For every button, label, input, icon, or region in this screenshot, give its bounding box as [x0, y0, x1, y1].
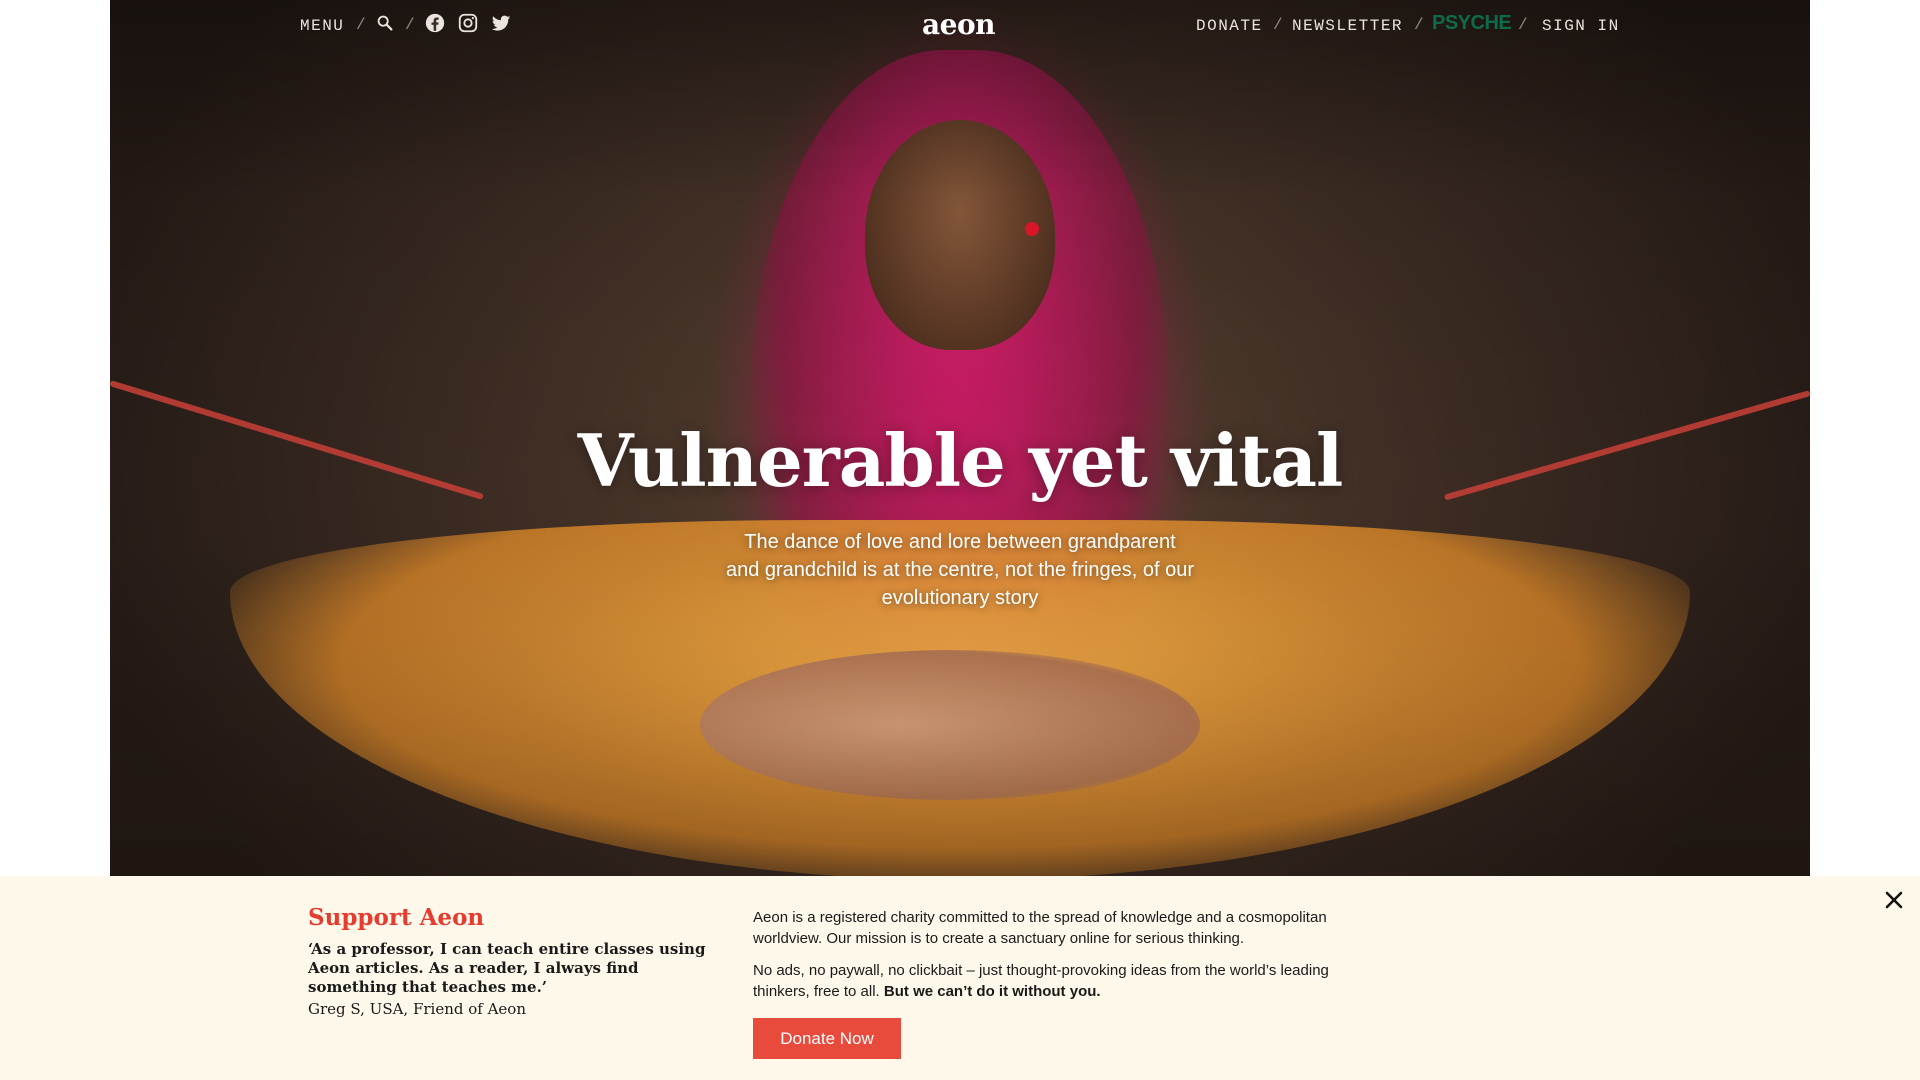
site-logo[interactable]: aeon	[922, 8, 996, 41]
search-icon[interactable]	[374, 12, 396, 34]
support-mission-text: Aeon is a registered charity committed t…	[753, 909, 1327, 947]
nav-separator: /	[405, 16, 415, 34]
twitter-icon[interactable]	[490, 12, 512, 34]
support-appeal-text: No ads, no paywall, no clickbait – just …	[753, 960, 1373, 1002]
site-header: MENU / / aeon DONATE / NEWSLETTER / PSYC…	[0, 0, 1920, 50]
newsletter-link[interactable]: NEWSLETTER	[1292, 17, 1403, 35]
nav-separator: /	[1273, 16, 1283, 34]
nav-separator: /	[356, 16, 366, 34]
article-title[interactable]: Vulnerable yet vital	[0, 418, 1920, 503]
support-banner: Support Aeon ‘As a professor, I can teac…	[0, 876, 1920, 1080]
sign-in-link[interactable]: SIGN IN	[1542, 17, 1620, 35]
menu-button[interactable]: MENU	[300, 17, 344, 35]
psyche-link[interactable]: PSYCHE	[1432, 12, 1512, 35]
page: MENU / / aeon DONATE / NEWSLETTER / PSYC…	[0, 0, 1920, 1080]
instagram-icon[interactable]	[457, 12, 479, 34]
close-icon[interactable]	[1882, 888, 1906, 912]
article-subtitle: The dance of love and lore between grand…	[725, 531, 1195, 609]
support-quote: ‘As a professor, I can teach entire clas…	[308, 940, 706, 996]
nav-separator: /	[1518, 16, 1528, 34]
support-appeal-bold: But we can’t do it without you.	[883, 983, 1101, 1000]
facebook-icon[interactable]	[424, 12, 446, 34]
nav-separator: /	[1414, 16, 1424, 34]
support-attribution: Greg S, USA, Friend of Aeon	[308, 1000, 526, 1018]
support-title: Support Aeon	[308, 904, 485, 931]
donate-now-button[interactable]: Donate Now	[753, 1018, 901, 1059]
donate-link[interactable]: DONATE	[1196, 17, 1263, 35]
